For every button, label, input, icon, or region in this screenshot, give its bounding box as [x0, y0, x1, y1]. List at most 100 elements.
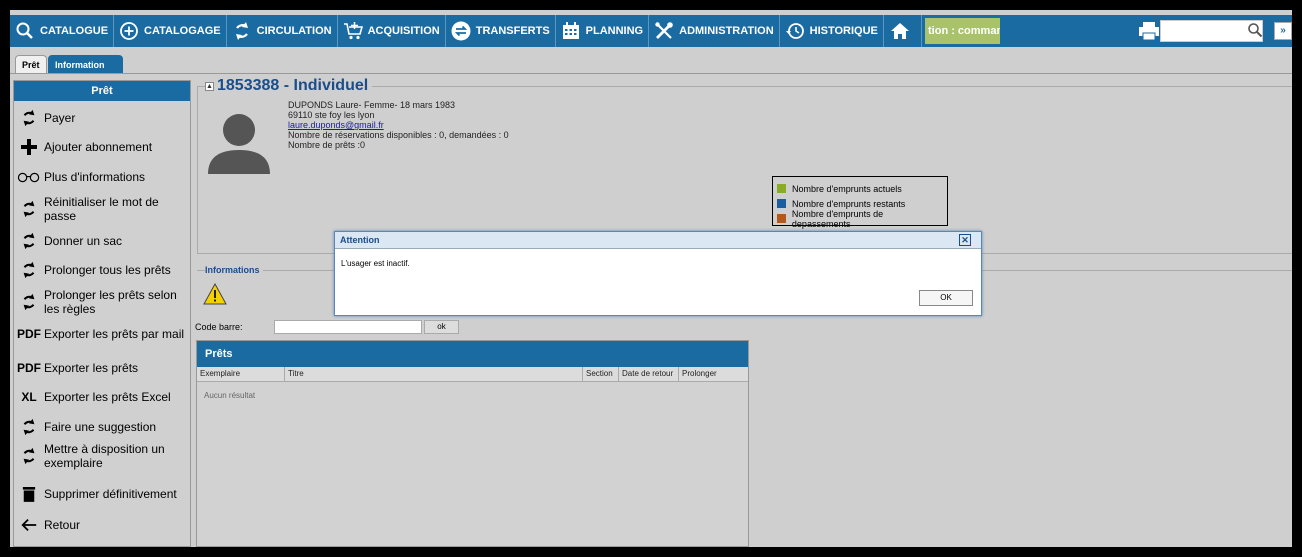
- col-titre[interactable]: Titre: [285, 367, 583, 381]
- nav-acquisition-label: ACQUISITION: [367, 25, 440, 37]
- refresh-icon: [14, 261, 44, 279]
- nav-administration-label: ADMINISTRATION: [679, 25, 774, 37]
- sidebar-item-5[interactable]: Prolonger tous les prêts: [14, 260, 190, 280]
- tab-bar: Prêt Information: [10, 54, 1292, 74]
- legend-entry: Nombre d'emprunts de depassements: [777, 208, 943, 229]
- print-icon[interactable]: [1138, 21, 1160, 41]
- sidebar-item-11[interactable]: Mettre à disposition un exemplaire: [14, 441, 190, 471]
- dialog-message: L'usager est inactif.: [341, 259, 410, 268]
- collapse-icon[interactable]: ▲: [205, 81, 214, 91]
- nav-planning-label: PLANNING: [585, 25, 644, 37]
- sidebar-item-8[interactable]: PDF Exporter les prêts: [14, 358, 190, 378]
- legend-swatch: [777, 214, 786, 223]
- sidebar-item-7[interactable]: PDF Exporter les prêts par mail: [14, 319, 190, 349]
- nav-historique-label: HISTORIQUE: [809, 25, 878, 37]
- barcode-ok-button[interactable]: ok: [424, 320, 459, 334]
- col-prolonger[interactable]: Prolonger: [679, 367, 747, 381]
- patron-address: 69110 ste foy les lyon: [288, 110, 375, 120]
- legend-label: Nombre d'emprunts de depassements: [791, 208, 884, 229]
- sidebar-item-1[interactable]: Ajouter abonnement: [14, 137, 190, 157]
- search-icon: [15, 21, 35, 41]
- nav-transferts-label: TRANSFERTS: [475, 25, 550, 37]
- nav-acquisition[interactable]: ACQUISITION: [338, 15, 446, 47]
- legend-swatch: [777, 199, 786, 208]
- sidebar-item-label: Exporter les prêts par mail: [44, 327, 185, 341]
- legend-label: Nombre d'emprunts actuels: [792, 183, 902, 194]
- barcode-input[interactable]: [274, 320, 422, 334]
- notification-tooltip[interactable]: tion : comman..: [925, 18, 1000, 44]
- sidebar-item-13[interactable]: Retour: [14, 515, 190, 535]
- transfer-icon: [451, 21, 471, 41]
- refresh-icon: [14, 447, 44, 465]
- refresh-icon: [14, 200, 44, 218]
- sidebar-item-label: Retour: [44, 518, 81, 532]
- glasses-icon: [14, 172, 44, 183]
- sidebar-item-label: Faire une suggestion: [44, 420, 157, 434]
- sidebar-item-6[interactable]: Prolonger les prêts selon les règles: [14, 287, 190, 317]
- sidebar-item-label: Plus d'informations: [44, 170, 146, 184]
- sidebar-item-0[interactable]: Payer: [14, 108, 190, 128]
- pdf-icon: PDF: [17, 361, 41, 375]
- nav-administration[interactable]: ADMINISTRATION: [649, 15, 780, 47]
- sidebar-item-4[interactable]: Donner un sac: [14, 231, 190, 251]
- patron-reservations: Nombre de réservations disponibles : 0, …: [288, 130, 509, 140]
- legend-swatch: [777, 184, 786, 193]
- tab-information[interactable]: Information: [48, 55, 123, 73]
- nav-historique[interactable]: HISTORIQUE: [780, 15, 884, 47]
- col-exemplaire[interactable]: Exemplaire: [197, 367, 285, 381]
- patron-title: 1853388 - Individuel: [217, 77, 369, 94]
- nav-catalogage-label: CATALOGAGE: [144, 25, 221, 37]
- patron-header: ▲ 1853388 - Individuel: [205, 77, 373, 95]
- nav-catalogue[interactable]: CATALOGUE: [10, 15, 115, 47]
- col-section[interactable]: Section: [583, 367, 619, 381]
- sidebar-item-label: Exporter les prêts Excel: [44, 390, 171, 404]
- sidebar-item-label: Payer: [44, 111, 76, 125]
- informations-title: Informations: [205, 265, 263, 275]
- dialog-header: Attention ✕: [335, 232, 981, 249]
- sidebar-item-9[interactable]: XL Exporter les prêts Excel: [14, 387, 190, 407]
- refresh-icon: [14, 232, 44, 250]
- sidebar-item-2[interactable]: Plus d'informations: [14, 167, 190, 187]
- patron-identity: DUPONDS Laure- Femme- 18 mars 1983: [288, 100, 456, 110]
- sidebar-item-label: Donner un sac: [44, 234, 123, 248]
- legend-label: Nombre d'emprunts restants: [792, 198, 906, 209]
- plus-circle-icon: [119, 21, 139, 41]
- search-icon[interactable]: [1247, 22, 1263, 38]
- nav-planning[interactable]: PLANNING: [556, 15, 650, 47]
- patron-email-link[interactable]: laure.duponds@gmail.fr: [288, 120, 384, 130]
- loans-table: Prêts Exemplaire Titre Section Date de r…: [196, 340, 749, 547]
- loans-empty-message: Aucun résultat: [204, 391, 256, 400]
- sidebar-item-label: Prolonger les prêts selon les règles: [44, 288, 177, 316]
- nav-home[interactable]: [884, 15, 922, 47]
- calendar-icon: [561, 21, 581, 41]
- sidebar-item-12[interactable]: Supprimer définitivement: [14, 479, 190, 509]
- sidebar-item-3[interactable]: Réinitialiser le mot de passe: [14, 191, 190, 227]
- sidebar-item-label: Prolonger tous les prêts: [44, 263, 171, 277]
- trash-icon: [14, 485, 44, 503]
- top-nav-bar: CATALOGUE CATALOGAGE CIRCULATION ACQUISI…: [10, 15, 1292, 47]
- col-date-retour[interactable]: Date de retour: [619, 367, 679, 381]
- nav-transferts[interactable]: TRANSFERTS: [446, 15, 556, 47]
- more-button[interactable]: »: [1274, 22, 1292, 40]
- sidebar-item-label: Réinitialiser le mot de passe: [44, 195, 159, 223]
- sidebar: Prêt Payer Ajouter abonnement Plus d'infor…: [13, 80, 191, 547]
- plus-icon: [14, 137, 44, 157]
- attention-dialog: Attention ✕ L'usager est inactif. OK: [334, 231, 982, 316]
- tab-pret[interactable]: Prêt: [15, 55, 47, 73]
- nav-catalogage[interactable]: CATALOGAGE: [114, 15, 227, 47]
- avatar: [208, 112, 270, 174]
- loans-chart-legend: Nombre d'emprunts actuels Nombre d'emprun…: [772, 176, 948, 229]
- arrow-left-icon: [14, 516, 44, 534]
- close-icon[interactable]: ✕: [959, 234, 971, 246]
- pdf-icon: PDF: [17, 327, 41, 341]
- warning-icon: [203, 282, 227, 305]
- sidebar-item-label: Mettre à disposition un exemplaire: [44, 442, 165, 470]
- refresh-icon: [232, 21, 252, 41]
- sidebar-title: Prêt: [14, 81, 190, 101]
- sidebar-item-label: Exporter les prêts: [44, 361, 139, 375]
- dialog-ok-button[interactable]: OK: [919, 290, 973, 306]
- history-icon: [785, 21, 805, 41]
- nav-circulation[interactable]: CIRCULATION: [227, 15, 338, 47]
- sidebar-item-10[interactable]: Faire une suggestion: [14, 417, 190, 437]
- refresh-icon: [14, 109, 44, 127]
